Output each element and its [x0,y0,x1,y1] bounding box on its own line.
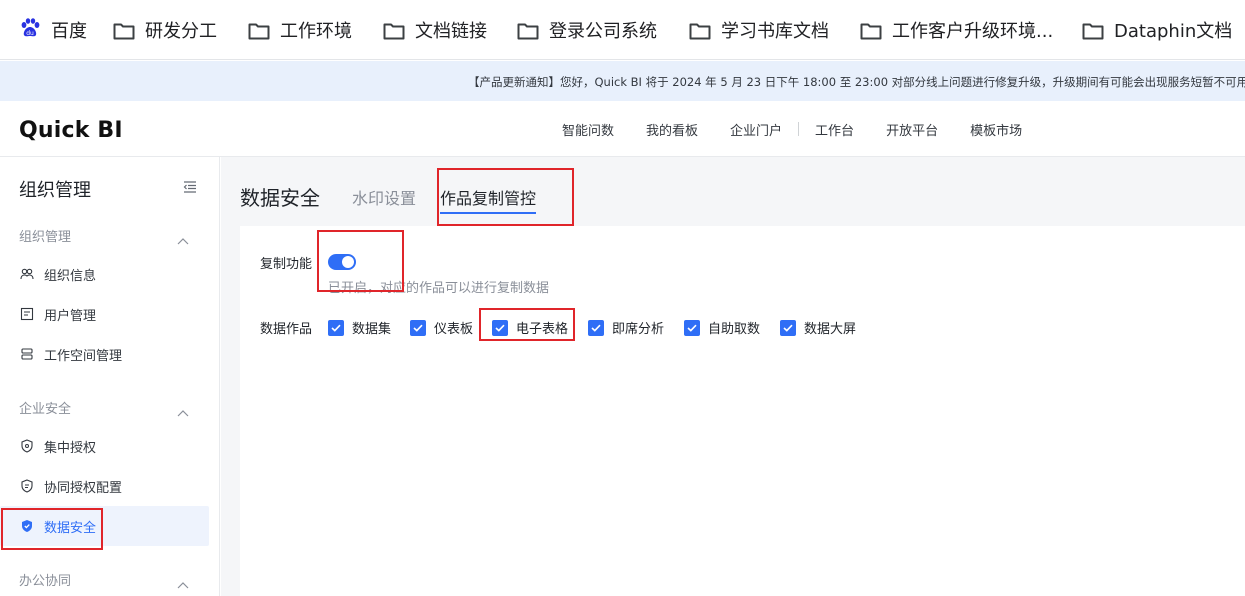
sidebar-item-central-auth[interactable]: 集中授权 [0,426,209,466]
checkbox-self-service-fetch[interactable]: 自助取数 [684,318,760,337]
chevron-up-icon[interactable] [177,230,189,245]
bookmark-label: 学习书库文档 [721,21,829,42]
settings-panel: 复制功能 已开启，对应的作品可以进行复制数据 数据作品 数据集 仪表板 电子表格… [240,226,1245,596]
update-notice-text: 【产品更新通知】您好，Quick BI 将于 2024 年 5 月 23 日下午… [468,75,1245,89]
tab-watermark-settings[interactable]: 水印设置 [352,185,416,209]
checkbox-label: 电子表格 [516,322,569,337]
bookmark-label: 百度 [51,21,87,42]
copy-function-hint: 已开启，对应的作品可以进行复制数据 [328,281,550,296]
top-navigation: Quick BI 智能问数 我的看板 企业门户 工作台 开放平台 模板市场 [0,101,1245,157]
active-tab-indicator [440,212,536,214]
sidebar-title: 组织管理 [19,180,91,201]
folder-icon [1082,22,1104,39]
checkbox-label: 仪表板 [434,322,474,337]
nav-divider [798,122,800,136]
folder-icon [689,22,711,39]
checkbox-adhoc-analysis[interactable]: 即席分析 [588,318,664,337]
folder-icon [383,22,405,39]
bookmark-folder[interactable]: 研发分工 [113,0,217,59]
sidebar-item-data-security[interactable]: 数据安全 [0,506,209,546]
sidebar-item-label: 组织信息 [44,268,97,284]
nav-link-enterprise-portal[interactable]: 企业门户 [730,120,782,139]
nav-link-my-dashboards[interactable]: 我的看板 [646,120,698,139]
bookmark-folder[interactable]: 学习书库文档 [689,0,829,59]
bookmark-folder[interactable]: 工作环境 [248,0,352,59]
checkbox-checked-icon [328,319,344,336]
checkbox-dashboard[interactable]: 仪表板 [410,318,473,337]
bookmark-label: 研发分工 [145,21,217,42]
sidebar-item-collab-auth-config[interactable]: 协同授权配置 [0,466,209,506]
bookmark-label: 登录公司系统 [549,21,657,42]
bookmark-folder[interactable]: 文档链接 [383,0,487,59]
collapse-menu-icon[interactable] [183,179,197,193]
main-content: 数据安全 水印设置 作品复制管控 复制功能 已开启，对应的作品可以进行复制数据 … [221,157,1245,596]
bookmark-folder[interactable]: Dataphin文档 [1082,0,1233,59]
sidebar-item-label: 用户管理 [44,308,97,324]
checkbox-label: 自助取数 [708,322,761,337]
sidebar-item-label: 集中授权 [44,440,97,456]
checkbox-checked-icon [684,319,700,336]
sidebar-item-label: 数据安全 [44,520,97,536]
checkbox-label: 数据大屏 [804,322,857,337]
bookmark-baidu[interactable]: du 百度 [19,0,87,59]
checkbox-label: 即席分析 [612,322,665,337]
folder-icon [248,22,270,39]
svg-text:du: du [26,30,34,37]
sidebar-item-user-management[interactable]: 用户管理 [0,294,209,334]
quick-bi-logo[interactable]: Quick BI [19,118,123,143]
chevron-up-icon[interactable] [177,574,189,589]
toggle-knob [342,256,354,268]
nav-link-template-market[interactable]: 模板市场 [970,120,1022,139]
chevron-up-icon[interactable] [177,402,189,417]
nav-link-open-platform[interactable]: 开放平台 [886,120,938,139]
nav-link-smart-qa[interactable]: 智能问数 [562,120,614,139]
checkbox-checked-icon [780,319,796,336]
sidebar-item-org-info[interactable]: 组织信息 [0,254,209,294]
shield-icon [20,439,34,453]
folder-icon [860,22,882,39]
bookmarks-bar: du 百度 研发分工 工作环境 文档链接 登录公司系统 学习书库文档 工作客户升… [0,0,1245,60]
folder-icon [517,22,539,39]
bookmark-label: Dataphin文档 [1114,21,1233,42]
baidu-paw-icon: du [19,17,41,44]
nav-link-workbench[interactable]: 工作台 [815,120,854,139]
sidebar-group-label: 办公协同 [19,574,72,589]
sidebar-item-workspace-management[interactable]: 工作空间管理 [0,334,209,374]
sidebar-item-label: 协同授权配置 [44,480,123,496]
copy-function-toggle[interactable] [328,254,356,270]
checkbox-label: 数据集 [352,322,392,337]
checkbox-checked-icon [492,319,508,336]
update-notice-bar: 【产品更新通知】您好，Quick BI 将于 2024 年 5 月 23 日下午… [0,61,1245,101]
bookmark-folder[interactable]: 工作客户升级环境... [860,0,1054,59]
sidebar-group-label: 组织管理 [19,230,72,245]
sidebar-group-label: 企业安全 [19,402,72,417]
nav-links: 智能问数 我的看板 企业门户 工作台 开放平台 模板市场 [562,120,1054,139]
bookmark-label: 工作环境 [280,21,352,42]
sidebar-item-label: 工作空间管理 [44,348,123,364]
bookmark-folder[interactable]: 登录公司系统 [517,0,657,59]
checkbox-dataset[interactable]: 数据集 [328,318,391,337]
bookmark-label: 文档链接 [415,21,487,42]
shield-settings-icon [20,479,34,493]
folder-icon [113,22,135,39]
bookmark-label: 工作客户升级环境... [892,21,1054,42]
shield-check-icon [20,519,34,533]
checkbox-checked-icon [410,319,426,336]
checkbox-data-screen[interactable]: 数据大屏 [780,318,856,337]
checkbox-checked-icon [588,319,604,336]
organization-icon [20,267,34,281]
workspace-icon [20,347,34,361]
page-title: 数据安全 [240,186,320,210]
checkbox-spreadsheet[interactable]: 电子表格 [492,318,568,337]
sidebar: 组织管理 组织管理 组织信息 用户管理 工作空间管理 企业安全 集中授权 协同授… [0,157,220,596]
user-card-icon [20,307,34,321]
data-works-label: 数据作品 [260,322,313,337]
copy-function-label: 复制功能 [260,257,313,272]
tab-copy-control[interactable]: 作品复制管控 [440,185,536,209]
